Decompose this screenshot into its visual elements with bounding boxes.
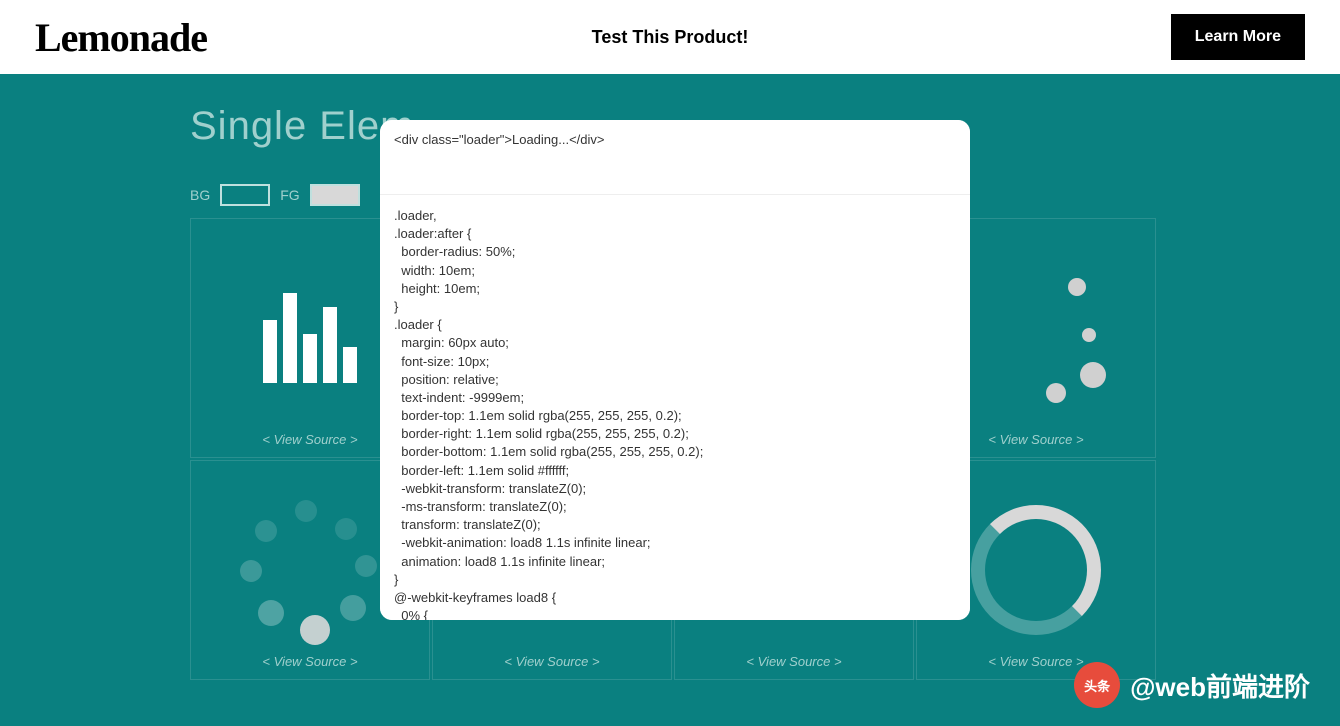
view-source-link[interactable]: < View Source >	[504, 654, 599, 669]
bg-label: BG	[190, 187, 210, 203]
bg-color-input[interactable]	[220, 184, 270, 206]
logo: Lemonade	[35, 14, 207, 61]
view-source-link[interactable]: < View Source >	[746, 654, 841, 669]
watermark: 头条 @web前端进阶	[1074, 662, 1310, 708]
tagline: Test This Product!	[592, 27, 749, 48]
learn-more-button[interactable]: Learn More	[1171, 14, 1305, 60]
css-code-textarea[interactable]	[380, 195, 970, 620]
fg-label: FG	[280, 187, 299, 203]
view-source-link[interactable]: < View Source >	[988, 654, 1083, 669]
topbar: Lemonade Test This Product! Learn More	[0, 0, 1340, 74]
ring-loader-icon	[971, 505, 1101, 635]
view-source-link[interactable]: < View Source >	[262, 654, 357, 669]
source-modal	[380, 120, 970, 620]
watermark-badge-icon: 头条	[1074, 662, 1120, 708]
view-source-link[interactable]: < View Source >	[988, 432, 1083, 447]
view-source-link[interactable]: < View Source >	[262, 432, 357, 447]
watermark-text: @web前端进阶	[1130, 667, 1310, 704]
spin-dots-loader-icon	[240, 500, 380, 640]
dots-loader-icon	[966, 268, 1106, 408]
html-code-textarea[interactable]	[380, 120, 970, 195]
bars-loader-icon	[263, 293, 357, 383]
fg-color-input[interactable]	[310, 184, 360, 206]
